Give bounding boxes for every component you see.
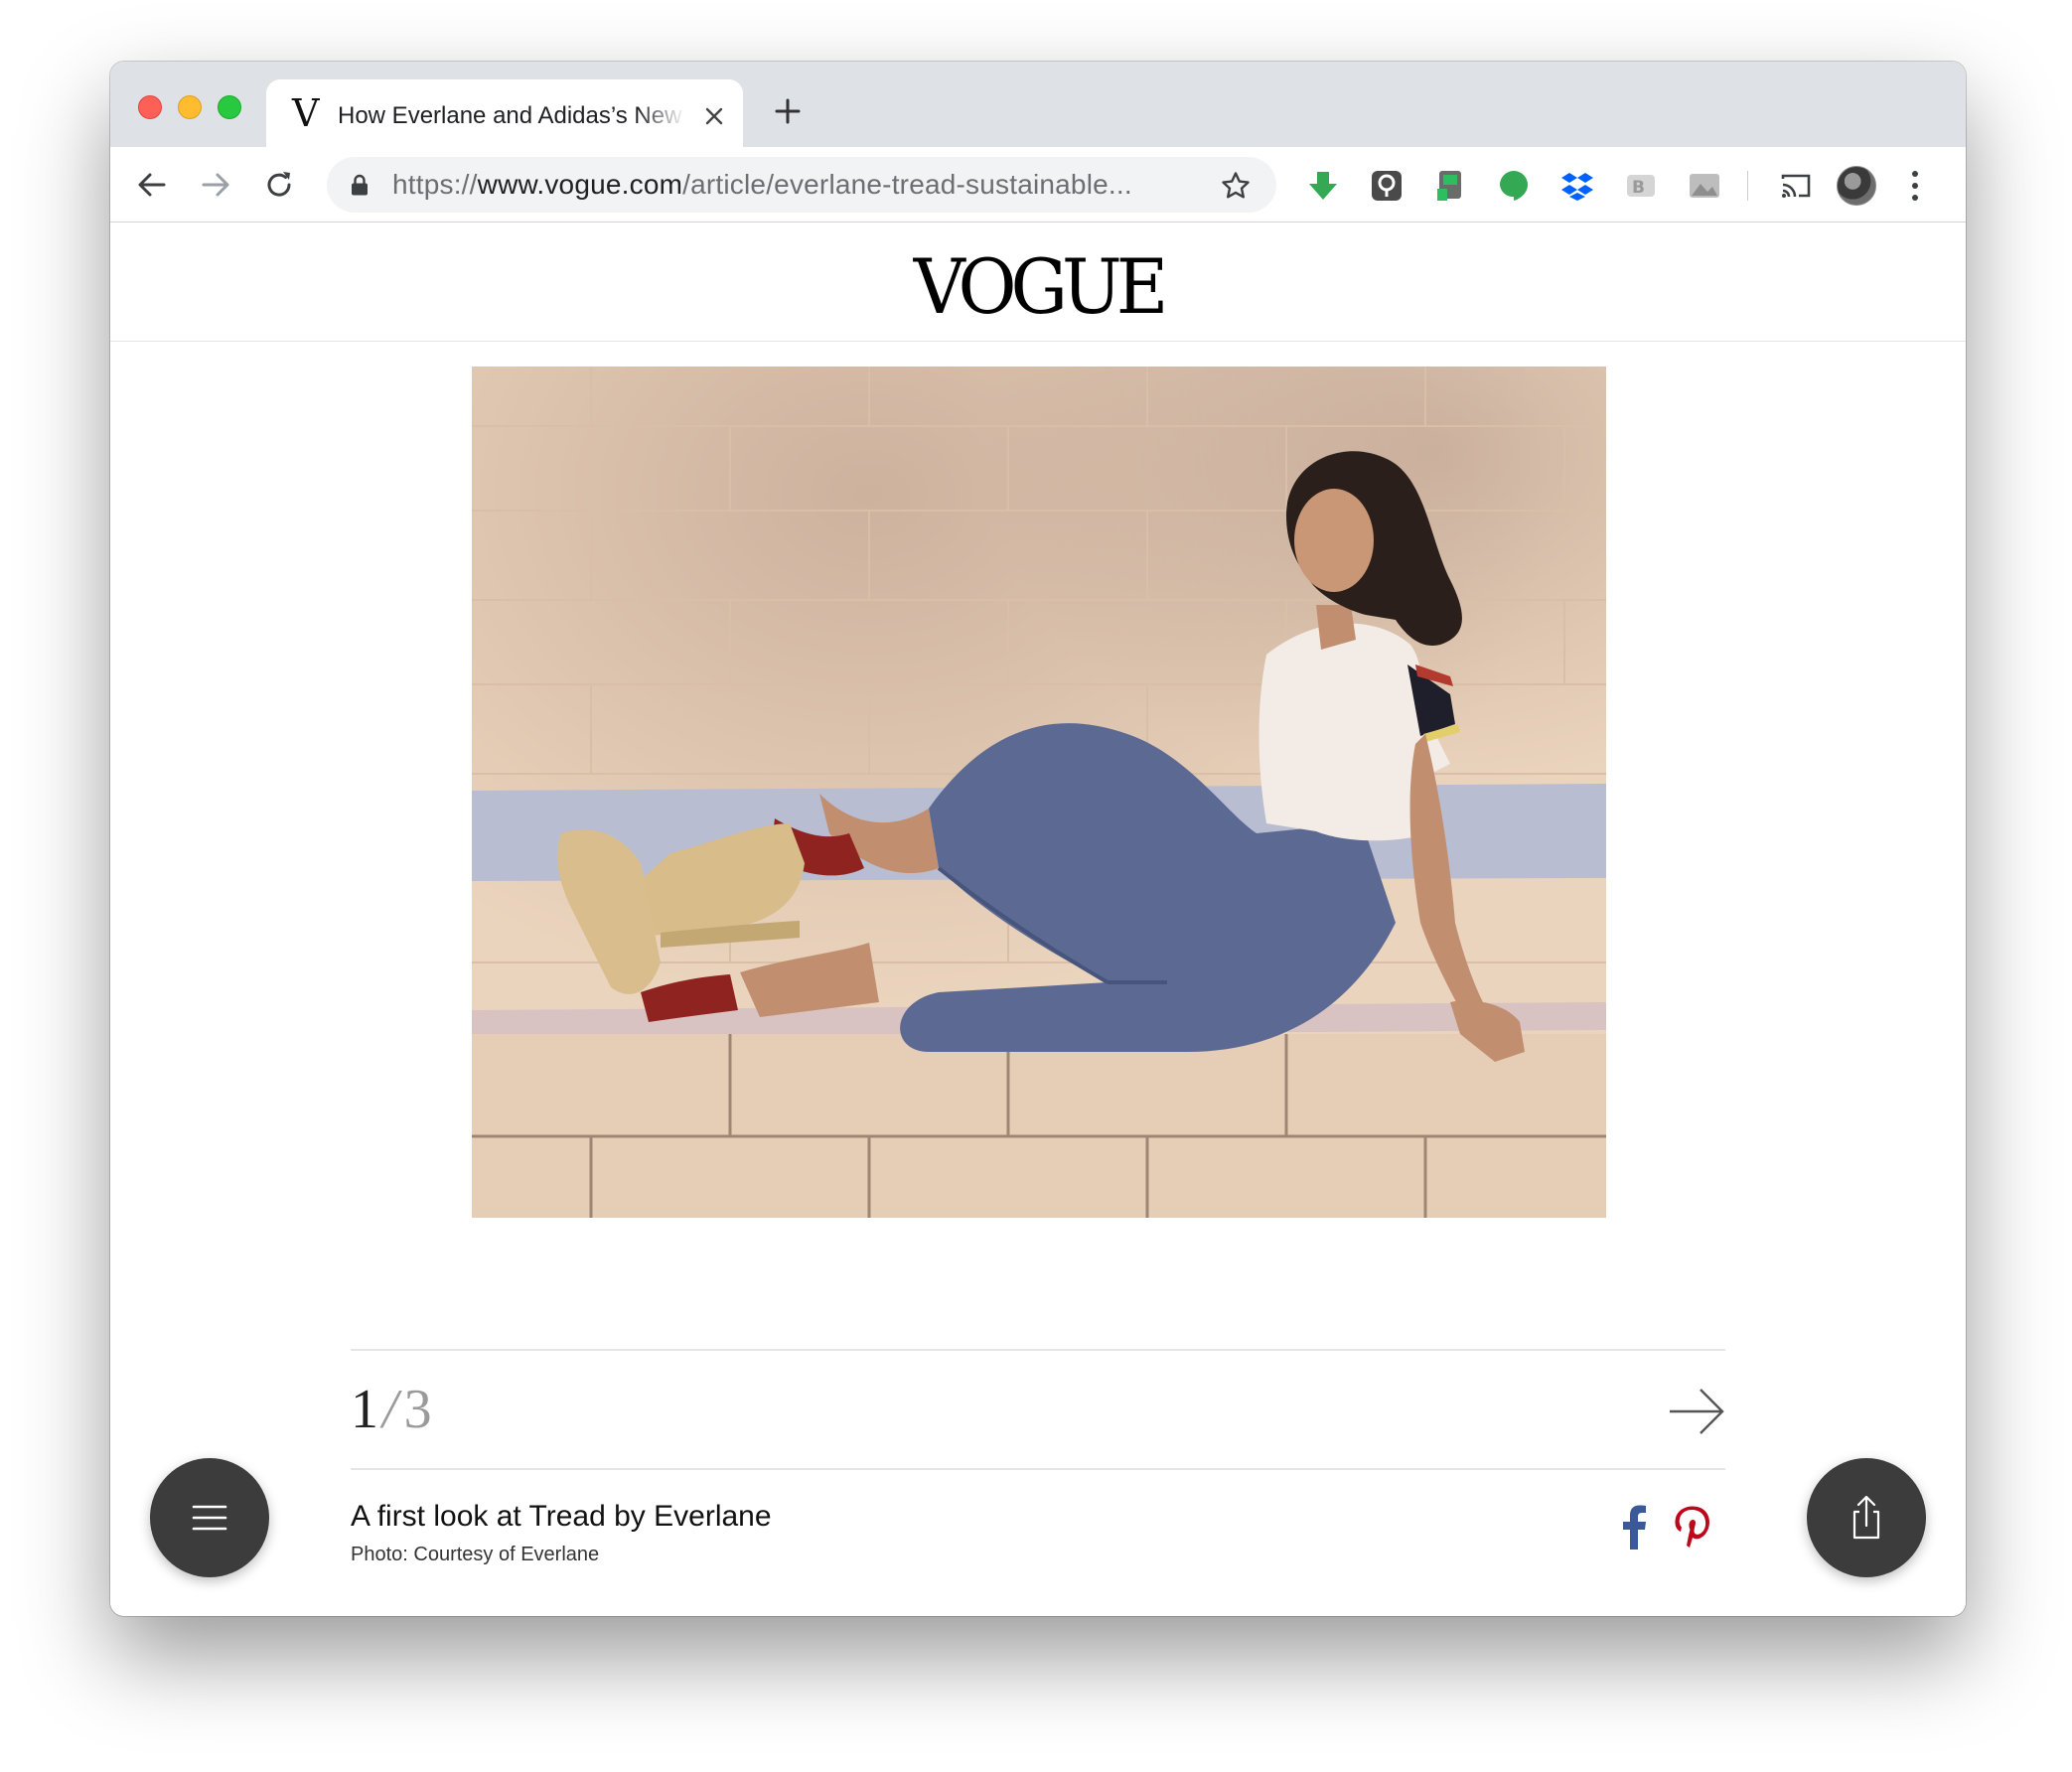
url-scheme: https:// xyxy=(392,169,478,200)
image-icon[interactable] xyxy=(1688,169,1721,203)
star-icon[interactable] xyxy=(1221,171,1251,201)
facebook-share-icon[interactable] xyxy=(1620,1504,1648,1550)
vogue-favicon-icon: V xyxy=(292,91,320,135)
back-icon[interactable] xyxy=(134,167,170,203)
minimize-window-button[interactable] xyxy=(178,95,202,119)
lock-icon[interactable] xyxy=(351,174,369,196)
share-button[interactable] xyxy=(1807,1458,1926,1577)
forward-icon[interactable] xyxy=(198,167,233,203)
browser-tab[interactable]: V How Everlane and Adidas’s New Sneakers… xyxy=(266,79,743,147)
cast-icon[interactable] xyxy=(1779,169,1813,203)
browser-toolbar: https://www.vogue.com/article/everlane-t… xyxy=(110,147,1966,222)
new-tab-icon[interactable] xyxy=(774,97,802,125)
page-content: VOGUE 1/ 3 A first look at Tread by Ever… xyxy=(110,222,1966,1616)
gallery-divider-bottom xyxy=(351,1468,1725,1470)
evernote-icon[interactable] xyxy=(1433,169,1467,203)
slide-separator: / xyxy=(382,1379,398,1440)
share-icon xyxy=(1852,1495,1880,1540)
reload-icon[interactable] xyxy=(261,167,297,203)
slide-counter: 1/3 xyxy=(351,1375,432,1444)
photo-credit: Photo: Courtesy of Everlane xyxy=(351,1544,600,1565)
toolbar-separator xyxy=(1747,171,1748,201)
browser-window: V How Everlane and Adidas’s New Sneakers… xyxy=(110,62,1966,1616)
next-slide-arrow-icon[interactable] xyxy=(1668,1387,1725,1436)
svg-text:B: B xyxy=(1632,178,1645,198)
url-text[interactable]: https://www.vogue.com/article/everlane-t… xyxy=(392,169,1187,201)
site-header: VOGUE xyxy=(110,222,1966,342)
slide-current: 1 xyxy=(351,1379,378,1440)
menu-button[interactable] xyxy=(150,1458,269,1577)
tab-close-icon[interactable] xyxy=(703,105,725,127)
hangouts-icon[interactable] xyxy=(1497,169,1531,203)
zoom-window-button[interactable] xyxy=(218,95,241,119)
address-bar[interactable]: https://www.vogue.com/article/everlane-t… xyxy=(327,157,1276,213)
url-host: www.vogue.com xyxy=(477,169,683,200)
slide-total: 3 xyxy=(403,1379,432,1440)
kebab-menu-icon[interactable] xyxy=(1910,169,1920,203)
dropbox-icon[interactable] xyxy=(1560,169,1594,203)
profile-avatar[interactable] xyxy=(1837,166,1876,206)
vogue-logo[interactable]: VOGUE xyxy=(110,249,1966,325)
tab-title: How Everlane and Adidas’s New Sneakers A… xyxy=(338,102,685,129)
bear-icon[interactable]: B xyxy=(1624,169,1658,203)
keeper-icon[interactable] xyxy=(1370,169,1404,203)
photo-caption: A first look at Tread by Everlane xyxy=(351,1500,772,1533)
tab-strip: V How Everlane and Adidas’s New Sneakers… xyxy=(110,62,1966,147)
gallery-divider-top xyxy=(351,1349,1725,1351)
download-icon[interactable] xyxy=(1306,169,1340,203)
hamburger-menu-icon xyxy=(192,1505,227,1531)
close-window-button[interactable] xyxy=(138,95,162,119)
url-path: /article/everlane-tread-sustainable... xyxy=(682,169,1132,200)
gallery-photo[interactable] xyxy=(472,367,1606,1218)
model-on-bench-illustration xyxy=(472,367,1606,1218)
pinterest-share-icon[interactable] xyxy=(1674,1504,1711,1548)
